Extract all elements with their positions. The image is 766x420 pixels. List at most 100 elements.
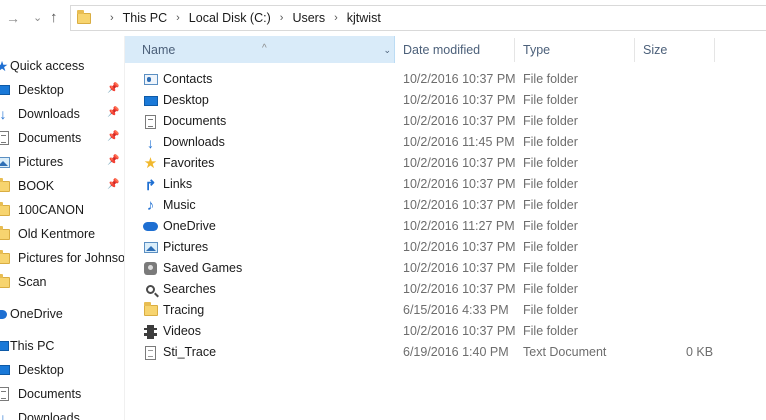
- up-arrow-icon[interactable]: ↑: [50, 10, 58, 26]
- file-row-desktop[interactable]: Desktop 10/2/2016 10:37 PM File folder: [125, 90, 766, 111]
- breadcrumb: › This PC › Local Disk (C:) › Users › kj…: [77, 6, 381, 30]
- file-type: File folder: [523, 324, 578, 338]
- file-row-pictures[interactable]: Pictures 10/2/2016 10:37 PM File folder: [125, 237, 766, 258]
- pictures-icon: [0, 155, 10, 169]
- file-row-onedrive[interactable]: OneDrive 10/2/2016 11:27 PM File folder: [125, 216, 766, 237]
- sidebar-item-documents[interactable]: Documents 📌: [0, 128, 124, 148]
- file-row-links[interactable]: ↱ Links 10/2/2016 10:37 PM File folder: [125, 174, 766, 195]
- file-type: File folder: [523, 156, 578, 170]
- file-row-music[interactable]: ♪ Music 10/2/2016 10:37 PM File folder: [125, 195, 766, 216]
- file-date: 10/2/2016 10:37 PM: [403, 156, 516, 170]
- sidebar-item-downloads[interactable]: ↓ Downloads 📌: [0, 104, 124, 124]
- file-row-videos[interactable]: Videos 10/2/2016 10:37 PM File folder: [125, 321, 766, 342]
- file-date: 10/2/2016 10:37 PM: [403, 114, 516, 128]
- file-type: Text Document: [523, 345, 607, 359]
- quick-access-star-icon: ★: [0, 58, 9, 74]
- file-type: File folder: [523, 198, 578, 212]
- sidebar-label: Quick access: [10, 59, 85, 73]
- star-icon: ★: [143, 155, 158, 172]
- onedrive-icon: [0, 307, 7, 321]
- column-header-name[interactable]: Name ^ ⌄: [125, 36, 395, 63]
- file-date: 10/2/2016 10:37 PM: [403, 282, 516, 296]
- sidebar-item-scan[interactable]: Scan: [0, 272, 124, 292]
- file-type: File folder: [523, 303, 578, 317]
- chevron-right-icon[interactable]: ›: [176, 12, 180, 24]
- file-date: 6/19/2016 1:40 PM: [403, 345, 509, 359]
- file-row-favorites[interactable]: ★ Favorites 10/2/2016 10:37 PM File fold…: [125, 153, 766, 174]
- column-header-type[interactable]: Type: [515, 36, 635, 63]
- file-date: 10/2/2016 10:37 PM: [403, 72, 516, 86]
- sidebar-item-quick-access[interactable]: ★ Quick access: [0, 56, 124, 76]
- sidebar-item-this-pc[interactable]: This PC: [0, 336, 124, 356]
- chevron-right-icon: ›: [110, 12, 114, 24]
- sidebar-item-pictures[interactable]: Pictures 📌: [0, 152, 124, 172]
- breadcrumb-this-pc[interactable]: This PC: [123, 11, 167, 25]
- pin-icon[interactable]: 📌: [107, 155, 119, 166]
- pin-icon[interactable]: 📌: [107, 107, 119, 118]
- sidebar-item-100canon[interactable]: 100CANON: [0, 200, 124, 220]
- file-name: Videos: [163, 324, 201, 338]
- file-row-downloads[interactable]: ↓ Downloads 10/2/2016 11:45 PM File fold…: [125, 132, 766, 153]
- sidebar-item-pc-documents[interactable]: Documents: [0, 384, 124, 404]
- file-name: OneDrive: [163, 219, 216, 233]
- file-type: File folder: [523, 240, 578, 254]
- file-name: Desktop: [163, 93, 209, 107]
- download-icon: ↓: [0, 106, 7, 122]
- column-header-label: Size: [643, 43, 668, 57]
- sidebar-item-desktop[interactable]: Desktop 📌: [0, 80, 124, 100]
- sort-ascending-icon: ^: [262, 43, 267, 54]
- sidebar-item-pc-desktop[interactable]: Desktop: [0, 360, 124, 380]
- address-box[interactable]: › This PC › Local Disk (C:) › Users › kj…: [70, 5, 766, 31]
- file-type: File folder: [523, 219, 578, 233]
- file-row-documents[interactable]: Documents 10/2/2016 10:37 PM File folder: [125, 111, 766, 132]
- column-header-date-modified[interactable]: Date modified: [395, 36, 515, 63]
- address-bar: → ⌄ ↑ › This PC › Local Disk (C:) › User…: [0, 0, 766, 36]
- file-name: Pictures: [163, 240, 209, 254]
- sidebar-item-pictures-for-johnson[interactable]: Pictures for Johnson: [0, 248, 124, 268]
- back-arrow-icon[interactable]: →: [6, 10, 20, 26]
- sidebar-item-old-kentmore[interactable]: Old Kentmore: [0, 224, 124, 244]
- sidebar-label: OneDrive: [10, 307, 63, 321]
- folder-icon: [0, 225, 10, 241]
- column-header-label: Type: [523, 43, 551, 57]
- column-header-bar: Name ^ ⌄ Date modified Type Size: [125, 36, 766, 64]
- sidebar-label: Scan: [18, 275, 47, 289]
- file-row-contacts[interactable]: Contacts 10/2/2016 10:37 PM File folder: [125, 69, 766, 90]
- file-row-sti-trace[interactable]: Sti_Trace 6/19/2016 1:40 PM Text Documen…: [125, 342, 766, 363]
- column-divider[interactable]: [714, 38, 715, 62]
- pictures-icon: [143, 240, 158, 255]
- breadcrumb-current-folder[interactable]: kjtwist: [347, 11, 381, 25]
- sidebar-item-pc-downloads[interactable]: ↓ Downloads: [0, 408, 124, 420]
- file-type: File folder: [523, 72, 578, 86]
- file-date: 10/2/2016 10:37 PM: [403, 240, 516, 254]
- file-name: Favorites: [163, 156, 215, 170]
- breadcrumb-users[interactable]: Users: [292, 11, 325, 25]
- pin-icon[interactable]: 📌: [107, 179, 119, 190]
- pin-icon[interactable]: 📌: [107, 131, 119, 142]
- chevron-right-icon[interactable]: ›: [280, 12, 284, 24]
- recent-locations-chevron-icon[interactable]: ⌄: [33, 10, 42, 26]
- pin-icon[interactable]: 📌: [107, 83, 119, 94]
- chevron-down-icon[interactable]: ⌄: [383, 36, 391, 64]
- file-date: 10/2/2016 10:37 PM: [403, 177, 516, 191]
- breadcrumb-local-disk[interactable]: Local Disk (C:): [189, 11, 271, 25]
- column-header-size[interactable]: Size: [635, 36, 715, 63]
- chevron-right-icon[interactable]: ›: [334, 12, 338, 24]
- documents-icon: [143, 114, 158, 129]
- text-file-icon: [143, 345, 158, 360]
- sidebar-label: Desktop: [18, 83, 64, 97]
- sidebar-item-onedrive[interactable]: OneDrive: [0, 304, 124, 324]
- sidebar-label: Downloads: [18, 107, 80, 121]
- desktop-icon: [0, 363, 10, 377]
- sidebar-label: Documents: [18, 387, 82, 401]
- sidebar-label: Pictures for Johnson: [18, 251, 124, 265]
- file-date: 10/2/2016 11:27 PM: [403, 219, 515, 233]
- file-row-saved-games[interactable]: Saved Games 10/2/2016 10:37 PM File fold…: [125, 258, 766, 279]
- sidebar-item-book[interactable]: BOOK 📌: [0, 176, 124, 196]
- sidebar-label: Documents: [18, 131, 82, 145]
- file-name: Sti_Trace: [163, 345, 217, 359]
- download-icon: ↓: [0, 410, 7, 420]
- file-row-searches[interactable]: Searches 10/2/2016 10:37 PM File folder: [125, 279, 766, 300]
- sidebar-label: BOOK: [18, 179, 55, 193]
- file-row-tracing[interactable]: Tracing 6/15/2016 4:33 PM File folder: [125, 300, 766, 321]
